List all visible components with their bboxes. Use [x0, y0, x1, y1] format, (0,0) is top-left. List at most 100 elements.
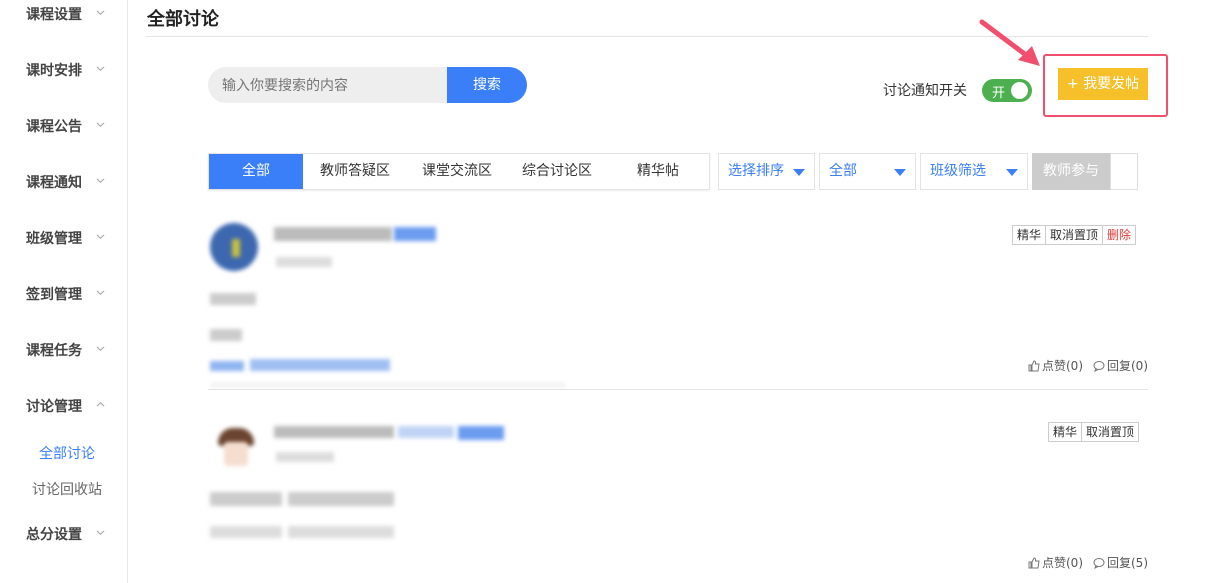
post-title-blurred — [288, 492, 394, 506]
post-title-blurred — [210, 293, 256, 305]
post-item: 精华 取消置顶 删除 点赞(0) 回复(0) — [208, 215, 1148, 390]
reply-count: 回复(0) — [1107, 359, 1148, 373]
unpin-tag[interactable]: 取消置顶 — [1045, 225, 1104, 245]
tab-teacher-qa[interactable]: 教师答疑区 — [303, 154, 407, 189]
search-input[interactable] — [208, 67, 448, 103]
sidebar-item-label: 课程设置 — [26, 7, 82, 23]
avatar-detail — [232, 239, 240, 257]
post-excerpt-blurred — [210, 383, 566, 387]
reply-count: 回复(5) — [1107, 556, 1148, 570]
teacher-participation-toggle[interactable] — [1110, 153, 1138, 190]
new-post-label: 我要发帖 — [1083, 76, 1140, 92]
notify-switch-label: 讨论通知开关 — [883, 83, 967, 99]
sidebar-item-label: 班级管理 — [26, 231, 82, 247]
scope-dropdown[interactable]: 全部 — [819, 153, 916, 190]
thumbs-up-icon — [1028, 359, 1040, 371]
post-content-blurred — [288, 526, 394, 538]
post-link-blurred — [210, 361, 244, 371]
post-actions: 点赞(0) 回复(0) — [1028, 357, 1148, 374]
delete-tag[interactable]: 删除 — [1102, 225, 1137, 245]
avatar-detail — [224, 442, 248, 466]
author-name-blurred — [274, 227, 392, 241]
sidebar-item-label: 签到管理 — [26, 287, 82, 303]
reply-button[interactable]: 回复(0) — [1093, 357, 1148, 374]
post-actions: 点赞(0) 回复(5) — [1028, 554, 1148, 571]
sidebar-item-label: 课程公告 — [26, 119, 82, 135]
tab-class-exchange[interactable]: 课堂交流区 — [407, 154, 507, 189]
sidebar-item-checkin[interactable]: 签到管理 — [26, 282, 116, 306]
scope-label: 全部 — [829, 163, 857, 179]
new-post-button[interactable]: + 我要发帖 — [1058, 68, 1148, 100]
post-content-blurred — [210, 526, 282, 538]
author-name-blurred — [274, 426, 394, 438]
like-count: 点赞(0) — [1042, 359, 1083, 373]
post-tags: 精华 取消置顶 — [1048, 422, 1140, 442]
caret-down-icon — [1006, 169, 1018, 176]
sidebar-item-course-settings[interactable]: 课程设置 — [26, 2, 116, 26]
chevron-down-icon — [96, 346, 105, 352]
caret-down-icon — [894, 169, 906, 176]
sidebar-item-label: 课时安排 — [26, 63, 82, 79]
sidebar-subitem-recycle-bin[interactable]: 讨论回收站 — [32, 479, 102, 499]
featured-tag[interactable]: 精华 — [1048, 422, 1083, 442]
chevron-down-icon — [96, 122, 105, 128]
sidebar-item-schedule[interactable]: 课时安排 — [26, 58, 116, 82]
post-time-blurred — [276, 452, 334, 462]
sidebar-item-notification[interactable]: 课程通知 — [26, 170, 116, 194]
thumbs-up-icon — [1028, 556, 1040, 568]
comment-icon — [1093, 360, 1105, 372]
sidebar: 课程设置 课时安排 课程公告 课程通知 班级管理 签到管理 课程任务 讨论管理 … — [0, 0, 128, 583]
toggle-text: 开 — [992, 86, 1006, 101]
tab-all[interactable]: 全部 — [209, 154, 303, 189]
post-content-blurred — [210, 329, 242, 341]
sidebar-item-tasks[interactable]: 课程任务 — [26, 338, 116, 362]
author-tag-blurred — [398, 426, 454, 438]
teacher-participation-button[interactable]: 教师参与 — [1032, 153, 1110, 190]
chevron-down-icon — [96, 530, 105, 536]
sidebar-item-label: 讨论管理 — [26, 399, 82, 415]
sidebar-item-class[interactable]: 班级管理 — [26, 226, 116, 250]
sidebar-item-label: 课程通知 — [26, 175, 82, 191]
like-count: 点赞(0) — [1042, 556, 1083, 570]
page-title: 全部讨论 — [147, 9, 219, 30]
post-title-blurred — [210, 492, 282, 506]
sort-label: 选择排序 — [728, 163, 784, 179]
post-tags: 精华 取消置顶 删除 — [1012, 225, 1137, 245]
like-button[interactable]: 点赞(0) — [1028, 554, 1083, 571]
like-button[interactable]: 点赞(0) — [1028, 357, 1083, 374]
author-tag-blurred — [394, 227, 436, 241]
class-filter-dropdown[interactable]: 班级筛选 — [920, 153, 1028, 190]
author-tag-blurred — [458, 426, 504, 440]
post-time-blurred — [276, 257, 332, 267]
tab-featured[interactable]: 精华帖 — [607, 154, 709, 189]
unpin-tag[interactable]: 取消置顶 — [1081, 422, 1140, 442]
sidebar-item-label: 课程任务 — [26, 343, 82, 359]
comment-icon — [1093, 557, 1105, 569]
chevron-down-icon — [96, 66, 105, 72]
toggle-knob — [1011, 82, 1028, 99]
arrow-annotation-icon — [979, 19, 1040, 66]
chevron-down-icon — [96, 234, 105, 240]
tab-general-discussion[interactable]: 综合讨论区 — [507, 154, 607, 189]
post-divider — [208, 389, 1148, 390]
plus-icon: + — [1066, 76, 1079, 92]
chevron-up-icon — [96, 401, 105, 407]
post-item: 精华 取消置顶 点赞(0) 回复(5) — [208, 412, 1148, 583]
sort-dropdown[interactable]: 选择排序 — [718, 153, 815, 190]
reply-button[interactable]: 回复(5) — [1093, 554, 1148, 571]
sidebar-subitem-all-discussions[interactable]: 全部讨论 — [39, 443, 95, 463]
class-filter-label: 班级筛选 — [930, 163, 986, 179]
sidebar-item-score-settings[interactable]: 总分设置 — [26, 522, 116, 546]
search-button[interactable]: 搜索 — [447, 67, 527, 103]
post-link-blurred — [250, 359, 390, 371]
chevron-down-icon — [96, 10, 105, 16]
category-tabs: 全部 教师答疑区 课堂交流区 综合讨论区 精华帖 — [208, 153, 710, 190]
sidebar-item-discussion[interactable]: 讨论管理 — [26, 394, 116, 418]
notify-toggle[interactable]: 开 — [982, 79, 1032, 102]
caret-down-icon — [793, 169, 805, 176]
chevron-down-icon — [96, 178, 105, 184]
sidebar-item-announcement[interactable]: 课程公告 — [26, 114, 116, 138]
sidebar-item-label: 总分设置 — [26, 527, 82, 543]
chevron-down-icon — [96, 290, 105, 296]
featured-tag[interactable]: 精华 — [1012, 225, 1047, 245]
